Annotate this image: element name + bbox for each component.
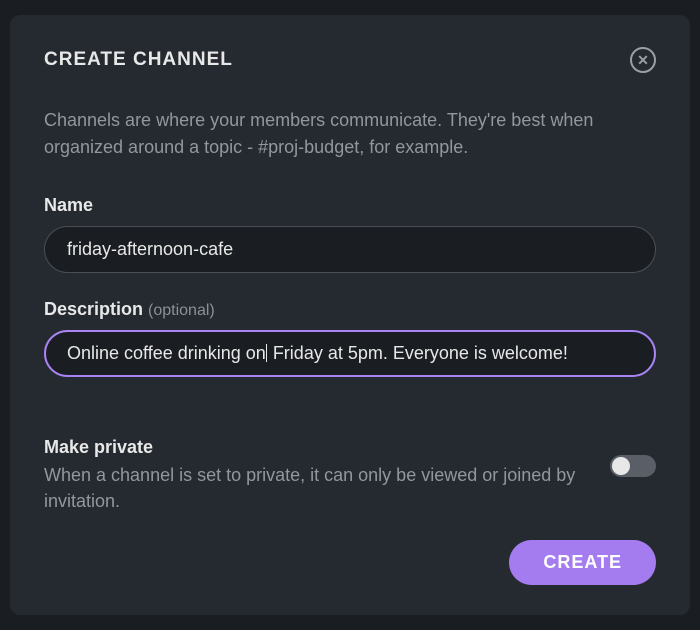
modal-footer: CREATE — [44, 540, 656, 585]
close-button[interactable]: ✕ — [630, 47, 656, 73]
make-private-section: Make private When a channel is set to pr… — [44, 437, 656, 514]
optional-hint: (optional) — [148, 302, 215, 319]
modal-header: CREATE CHANNEL ✕ — [44, 47, 656, 73]
toggle-knob — [612, 457, 630, 475]
make-private-text: Make private When a channel is set to pr… — [44, 437, 580, 514]
name-label: Name — [44, 195, 656, 216]
description-input[interactable]: Online coffee drinking on Friday at 5pm.… — [44, 330, 656, 377]
make-private-title: Make private — [44, 437, 580, 458]
name-field-group: Name — [44, 195, 656, 273]
close-icon: ✕ — [630, 47, 656, 73]
make-private-description: When a channel is set to private, it can… — [44, 462, 580, 514]
intro-text: Channels are where your members communic… — [44, 107, 656, 161]
create-channel-modal: CREATE CHANNEL ✕ Channels are where your… — [10, 15, 690, 615]
description-field-group: Description (optional) Online coffee dri… — [44, 299, 656, 377]
name-input[interactable] — [44, 226, 656, 273]
text-cursor — [266, 344, 267, 362]
description-label: Description (optional) — [44, 299, 656, 320]
modal-title: CREATE CHANNEL — [44, 49, 233, 71]
make-private-toggle[interactable] — [610, 455, 656, 477]
create-button[interactable]: CREATE — [509, 540, 656, 585]
